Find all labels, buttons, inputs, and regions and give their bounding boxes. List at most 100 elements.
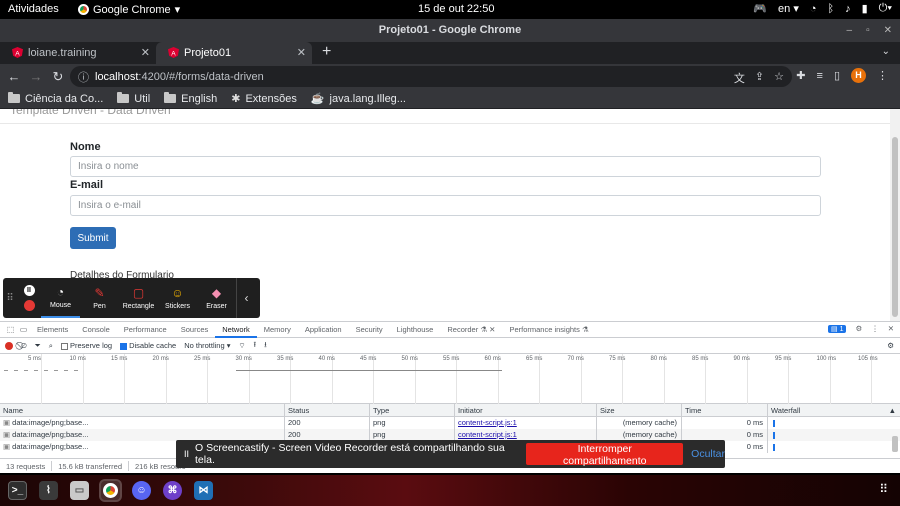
hide-banner-link[interactable]: Ocultar xyxy=(691,448,725,460)
network-overview-timeline[interactable]: 5 ms 10 ms 15 ms 20 ms 25 ms 30 ms 35 ms 40 ms 4… xyxy=(0,354,900,404)
devtools-tab-memory[interactable]: Memory xyxy=(257,322,298,338)
share-icon[interactable]: ⇪ xyxy=(755,70,764,86)
email-input[interactable] xyxy=(70,195,821,216)
profile-avatar[interactable]: H xyxy=(851,68,866,83)
device-toolbar-icon[interactable]: ▭ xyxy=(17,325,30,334)
bookmark-star-icon[interactable]: ☆ xyxy=(774,70,784,86)
close-tab-icon[interactable]: ✕ xyxy=(297,46,306,59)
address-bar[interactable]: ⓘ localhost :4200/#/forms/data-driven 文 … xyxy=(70,66,792,87)
devtools-tab-lighthouse[interactable]: Lighthouse xyxy=(390,322,441,338)
clear-log-icon[interactable]: ⃠⊘ xyxy=(21,341,27,351)
settings-gear-icon[interactable]: ⚙ xyxy=(855,324,862,333)
column-initiator[interactable]: Initiator xyxy=(455,404,597,416)
bookmark-java-lang[interactable]: ☕ java.lang.Illeg... xyxy=(311,92,406,106)
name-input[interactable] xyxy=(70,156,821,177)
system-tray[interactable]: 🎮 en ▾ ◔ ᛒ ♪ ▮ ⏻▾ xyxy=(753,2,892,15)
close-devtools-icon[interactable]: ✕ xyxy=(888,324,894,333)
tool-eraser[interactable]: ◆ Eraser xyxy=(197,278,236,318)
maximize-button[interactable]: ▫ xyxy=(866,19,870,42)
page-nav-heading[interactable]: Template Driven - Data Driven xyxy=(10,109,171,117)
network-settings-icon[interactable]: ⚙ xyxy=(887,341,894,350)
tool-stickers[interactable]: ☺ Stickers xyxy=(158,278,197,318)
tab-loiane-training[interactable]: A loiane.training ✕ xyxy=(0,42,156,64)
vscode-icon[interactable]: ⋈ xyxy=(194,481,213,500)
discord-icon[interactable]: ☺ xyxy=(132,481,151,500)
disable-cache-checkbox[interactable]: Disable cache xyxy=(120,341,176,350)
devtools-tab-network[interactable]: Network xyxy=(215,322,257,338)
cell-initiator[interactable]: content-script.js:1 xyxy=(455,417,597,429)
devtools-tab-application[interactable]: Application xyxy=(298,322,349,338)
tab-search-icon[interactable]: ⌄ xyxy=(882,46,890,57)
submit-button[interactable]: Submit xyxy=(70,227,116,249)
chrome-dock-icon[interactable] xyxy=(101,481,120,500)
devtools-tab-elements[interactable]: Elements xyxy=(30,322,75,338)
tool-pen[interactable]: ✎ Pen xyxy=(80,278,119,318)
activities-button[interactable]: Atividades xyxy=(8,3,59,15)
show-applications-icon[interactable]: ⠿ xyxy=(879,482,888,496)
scrollbar-thumb[interactable] xyxy=(892,436,898,452)
minimize-button[interactable]: – xyxy=(847,19,853,42)
language-indicator[interactable]: en ▾ xyxy=(778,2,799,15)
site-info-icon[interactable]: ⓘ xyxy=(78,69,89,85)
files-icon[interactable]: ▭ xyxy=(70,481,89,500)
export-har-icon[interactable]: ⭳ xyxy=(264,339,267,352)
terminal-icon[interactable]: >_ xyxy=(8,481,27,500)
column-name[interactable]: Name xyxy=(0,404,285,416)
network-toolbar: ⃠⊘ ⏷ ⌕ Preserve log Disable cache No thr… xyxy=(0,338,900,354)
bookmark-extensoes[interactable]: ✱ Extensões xyxy=(231,92,297,106)
column-status[interactable]: Status xyxy=(285,404,370,416)
table-row[interactable]: ▣ data:image/png;base...200pngcontent-sc… xyxy=(0,417,900,429)
search-icon[interactable]: ⌕ xyxy=(49,341,53,351)
issues-badge[interactable]: ▤ 1 xyxy=(828,324,847,333)
close-tab-icon[interactable]: ✕ xyxy=(489,325,495,334)
preserve-log-checkbox[interactable]: Preserve log xyxy=(60,341,112,350)
forward-button[interactable]: → xyxy=(25,69,47,84)
bookmark-folder-ciencia[interactable]: Ciência da Co... xyxy=(8,92,103,105)
devtools-tab-performance[interactable]: Performance xyxy=(117,322,174,338)
stop-sharing-button[interactable]: Interromper compartilhamento xyxy=(526,443,684,467)
tab-projeto01[interactable]: A Projeto01 ✕ xyxy=(156,42,312,64)
devtools-menu-icon[interactable]: ⋮ xyxy=(871,324,879,333)
menu-kebab-icon[interactable]: ⋮ xyxy=(877,69,888,82)
tool-rectangle[interactable]: ▢ Rectangle xyxy=(119,278,158,318)
devtools-tab-recorder[interactable]: Recorder ⚗ ✕ xyxy=(440,322,502,338)
column-size[interactable]: Size xyxy=(597,404,682,416)
side-panel-icon[interactable]: ▯ xyxy=(834,69,840,82)
import-har-icon[interactable]: ⭱ xyxy=(254,339,257,352)
translate-icon[interactable]: 文 xyxy=(734,70,745,86)
devtools-tab-security[interactable]: Security xyxy=(349,322,390,338)
devtools-tab-sources[interactable]: Sources xyxy=(174,322,216,338)
close-window-button[interactable]: ✕ xyxy=(884,19,892,42)
record-network-icon[interactable] xyxy=(5,341,13,350)
drag-handle-icon[interactable]: ⠿ xyxy=(3,278,17,318)
reload-button[interactable]: ↻ xyxy=(47,69,69,85)
column-waterfall[interactable]: Waterfall ▲ xyxy=(768,404,900,416)
devtools-tab-console[interactable]: Console xyxy=(75,322,117,338)
new-tab-button[interactable]: + xyxy=(322,42,331,64)
pause-recording-button[interactable]: II xyxy=(23,285,35,296)
column-time[interactable]: Time xyxy=(682,404,768,416)
bookmark-folder-util[interactable]: Util xyxy=(117,92,150,105)
network-conditions-icon[interactable]: ⌔ xyxy=(238,341,245,351)
back-button[interactable]: ← xyxy=(3,69,25,84)
collapse-toolbar-icon[interactable]: ‹ xyxy=(236,278,256,318)
app-menu[interactable]: Google Chrome ▾ xyxy=(78,3,180,16)
throttling-select[interactable]: No throttling ▾ xyxy=(184,341,230,350)
page-scrollbar[interactable] xyxy=(890,109,900,321)
reading-list-icon[interactable]: ≡ xyxy=(817,70,823,82)
inspect-element-icon[interactable]: ⬚ xyxy=(4,325,17,334)
filter-icon[interactable]: ⏷ xyxy=(35,341,41,351)
stop-recording-button[interactable] xyxy=(23,300,35,311)
system-monitor-icon[interactable]: ⌇ xyxy=(39,481,58,500)
scrollbar-thumb[interactable] xyxy=(892,137,898,317)
clock[interactable]: 15 de out 22:50 xyxy=(418,3,494,15)
requests-scrollbar[interactable] xyxy=(891,430,899,458)
close-tab-icon[interactable]: ✕ xyxy=(141,46,150,59)
github-desktop-icon[interactable]: ⌘ xyxy=(163,481,182,500)
bookmark-folder-english[interactable]: English xyxy=(164,92,217,105)
devtools-tab-performance-insights[interactable]: Performance insights ⚗ xyxy=(502,322,595,338)
column-type[interactable]: Type xyxy=(370,404,455,416)
tool-mouse[interactable]: ◔ Mouse xyxy=(41,278,80,318)
extensions-icon[interactable]: ✚ xyxy=(796,69,805,82)
cell-waterfall xyxy=(768,417,900,429)
